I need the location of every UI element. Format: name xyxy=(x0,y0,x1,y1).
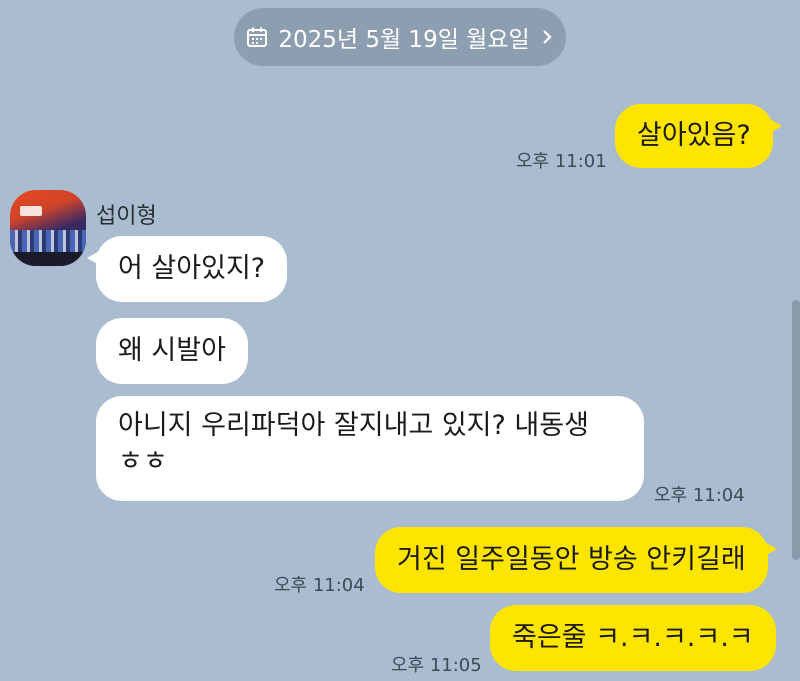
message-bubble-theirs[interactable]: 어 살아있지? xyxy=(86,236,288,302)
message-text: 살아있음? xyxy=(637,120,751,151)
message-text-line: ㅎㅎ xyxy=(118,446,168,477)
message-text-line: 아니지 우리파덕아 잘지내고 있지? 내동생 xyxy=(118,410,589,441)
avatar[interactable] xyxy=(10,190,86,266)
message-text: 죽은줄 ㅋ.ㅋ.ㅋ.ㅋ.ㅋ xyxy=(512,622,754,653)
date-label: 2025년 5월 19일 월요일 xyxy=(278,27,530,53)
message-bubble-mine[interactable]: 살아있음? xyxy=(615,104,782,168)
scrollbar[interactable] xyxy=(792,300,800,560)
message-bubble-mine[interactable]: 거진 일주일동안 방송 안키길래 xyxy=(375,527,777,593)
message-time: 오후 11:05 xyxy=(391,655,482,676)
date-divider[interactable]: 2025년 5월 19일 월요일 xyxy=(234,8,566,66)
sender-name: 섭이형 xyxy=(96,204,157,229)
message-text: 거진 일주일동안 방송 안키길래 xyxy=(397,544,746,575)
message-time: 오후 11:04 xyxy=(274,575,365,596)
message-time: 오후 11:04 xyxy=(654,485,745,506)
message-bubble-theirs[interactable]: 왜 시발아 xyxy=(96,318,248,384)
message-text: 왜 시발아 xyxy=(118,335,226,366)
message-text: 어 살아있지? xyxy=(118,253,266,284)
chevron-right-icon xyxy=(540,28,554,46)
message-time: 오후 11:01 xyxy=(516,151,607,172)
message-bubble-theirs[interactable]: 아니지 우리파덕아 잘지내고 있지? 내동생 ㅎㅎ xyxy=(96,396,644,501)
calendar-icon xyxy=(246,26,268,48)
message-bubble-mine[interactable]: 죽은줄 ㅋ.ㅋ.ㅋ.ㅋ.ㅋ xyxy=(490,605,776,671)
